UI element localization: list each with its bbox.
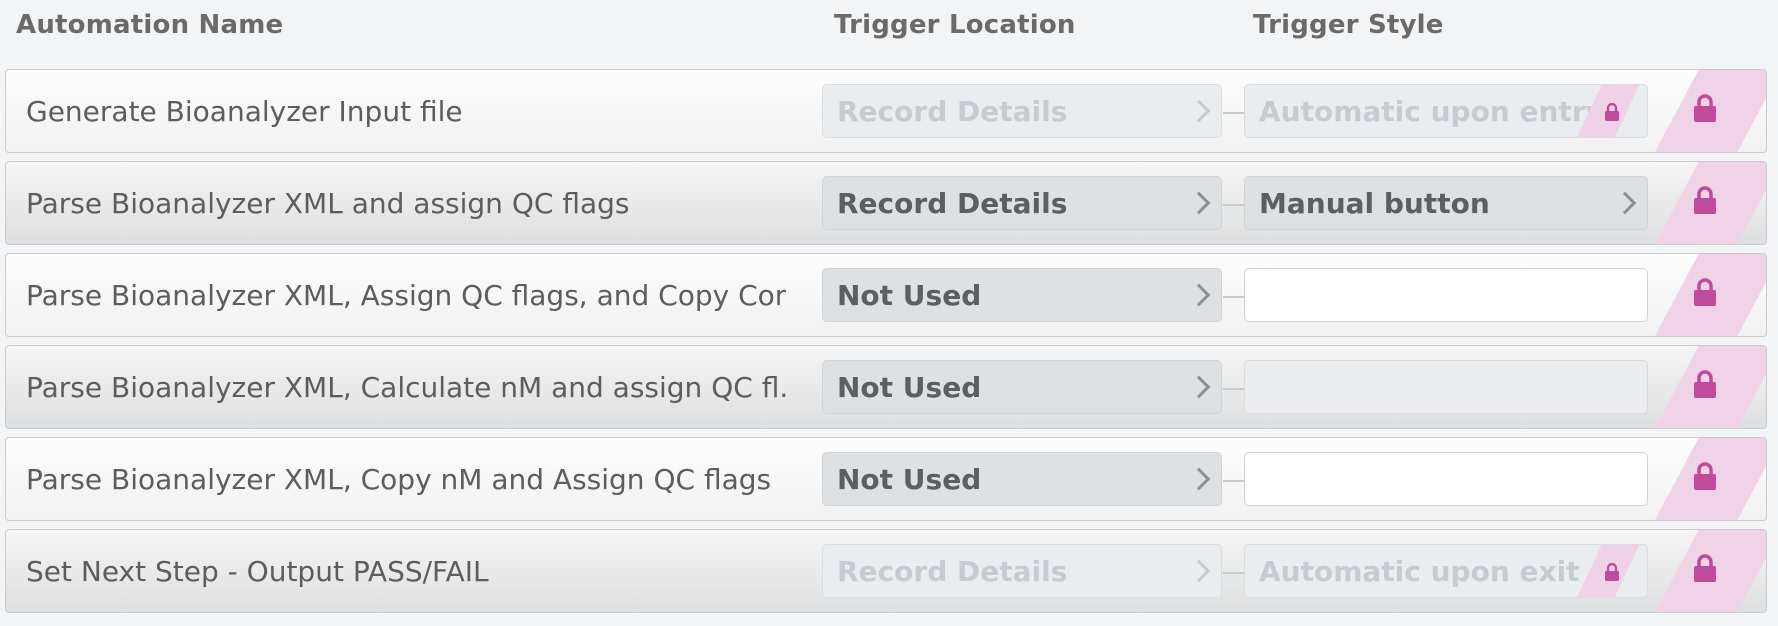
trigger-location-select: Record Details	[822, 84, 1222, 138]
automation-name: Parse Bioanalyzer XML, Calculate nM and …	[26, 370, 786, 404]
trigger-style-select	[1244, 360, 1648, 414]
automation-name: Parse Bioanalyzer XML and assign QC flag…	[26, 186, 630, 220]
automation-row[interactable]: Parse Bioanalyzer XML, Calculate nM and …	[5, 345, 1767, 429]
lock-icon	[1605, 563, 1619, 581]
column-header-trigger-location: Trigger Location	[834, 10, 1076, 40]
automation-row[interactable]: Generate Bioanalyzer Input file Record D…	[5, 69, 1767, 153]
lock-icon[interactable]	[1694, 554, 1716, 582]
trigger-style-select	[1244, 452, 1648, 506]
lock-icon[interactable]	[1694, 94, 1716, 122]
trigger-location-select[interactable]: Not Used	[822, 268, 1222, 322]
lock-icon[interactable]	[1694, 462, 1716, 490]
trigger-location-value: Record Details	[837, 554, 1068, 588]
trigger-location-value: Not Used	[837, 278, 982, 312]
trigger-location-select: Record Details	[822, 544, 1222, 598]
lock-icon[interactable]	[1694, 186, 1716, 214]
trigger-location-value: Record Details	[837, 186, 1068, 220]
chevron-right-icon	[1187, 191, 1211, 215]
trigger-style-select: Automatic upon exit	[1244, 544, 1648, 598]
lock-icon	[1605, 103, 1619, 121]
chevron-right-icon	[1187, 559, 1211, 583]
connector-line	[1223, 480, 1245, 482]
trigger-location-value: Not Used	[837, 370, 982, 404]
automation-row[interactable]: Parse Bioanalyzer XML, Copy nM and Assig…	[5, 437, 1767, 521]
connector-line	[1223, 572, 1245, 574]
connector-line	[1223, 112, 1245, 114]
column-header-trigger-style: Trigger Style	[1253, 10, 1444, 40]
automation-name: Parse Bioanalyzer XML, Assign QC flags, …	[26, 278, 786, 312]
trigger-style-select[interactable]: Manual button	[1244, 176, 1648, 230]
trigger-location-select[interactable]: Not Used	[822, 360, 1222, 414]
connector-line	[1223, 296, 1245, 298]
trigger-style-value: Automatic upon exit	[1259, 554, 1580, 588]
automation-name: Generate Bioanalyzer Input file	[26, 94, 463, 128]
automation-row[interactable]: Parse Bioanalyzer XML and assign QC flag…	[5, 161, 1767, 245]
trigger-style-value: Automatic upon entry	[1259, 94, 1604, 128]
connector-line	[1223, 388, 1245, 390]
trigger-style-select: Automatic upon entry	[1244, 84, 1648, 138]
chevron-right-icon	[1187, 375, 1211, 399]
table-header: Automation Name Trigger Location Trigger…	[0, 0, 1778, 58]
automation-name: Parse Bioanalyzer XML, Copy nM and Assig…	[26, 462, 772, 496]
trigger-location-select[interactable]: Not Used	[822, 452, 1222, 506]
lock-icon[interactable]	[1694, 278, 1716, 306]
trigger-location-value: Not Used	[837, 462, 982, 496]
trigger-location-select[interactable]: Record Details	[822, 176, 1222, 230]
chevron-right-icon	[1613, 191, 1637, 215]
lock-icon[interactable]	[1694, 370, 1716, 398]
trigger-location-value: Record Details	[837, 94, 1068, 128]
chevron-right-icon	[1187, 99, 1211, 123]
chevron-right-icon	[1187, 467, 1211, 491]
connector-line	[1223, 204, 1245, 206]
automation-row[interactable]: Set Next Step - Output PASS/FAIL Record …	[5, 529, 1767, 613]
automation-name: Set Next Step - Output PASS/FAIL	[26, 554, 489, 588]
chevron-right-icon	[1187, 283, 1211, 307]
trigger-style-select	[1244, 268, 1648, 322]
automation-row[interactable]: Parse Bioanalyzer XML, Assign QC flags, …	[5, 253, 1767, 337]
column-header-automation-name: Automation Name	[16, 10, 284, 40]
trigger-style-value: Manual button	[1259, 186, 1490, 220]
